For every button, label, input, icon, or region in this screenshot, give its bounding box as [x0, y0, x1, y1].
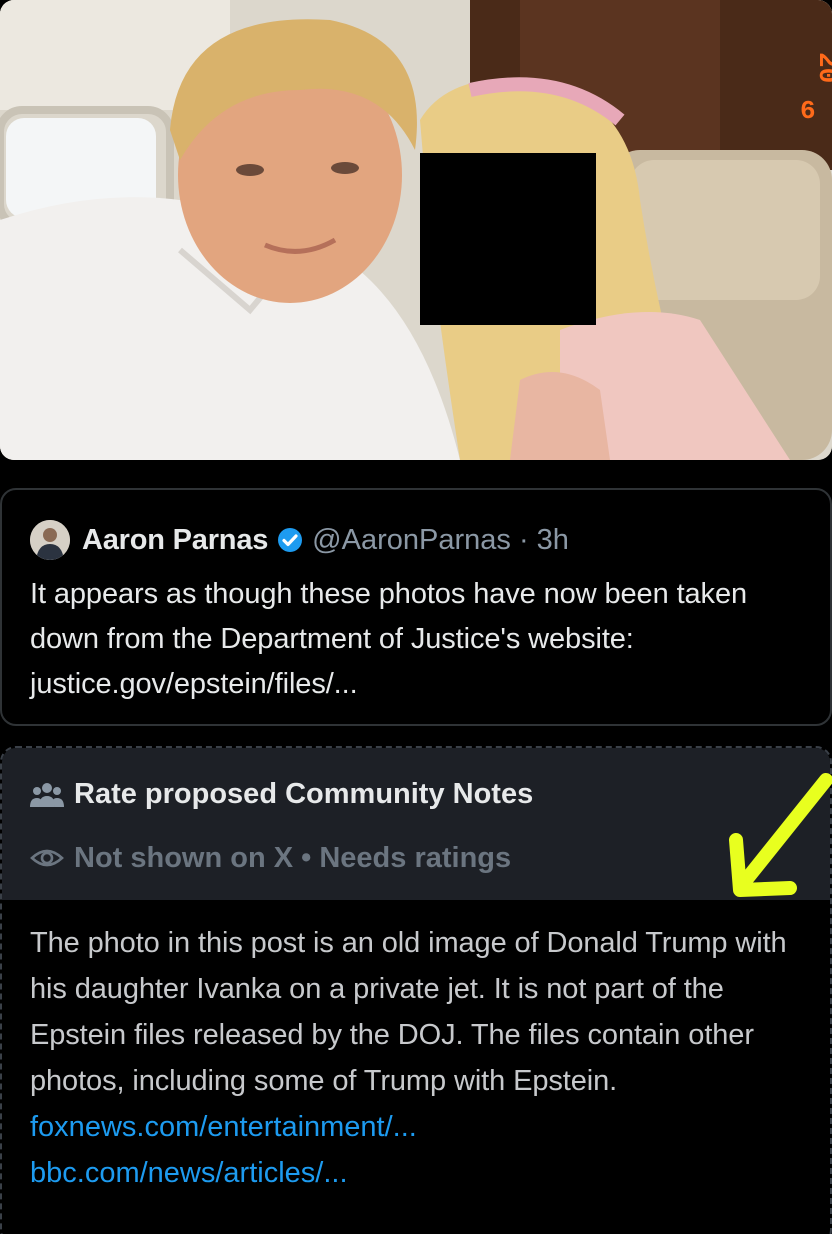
community-note-body: The photo in this post is an old image o… — [2, 900, 830, 1196]
community-notes-title-row: Rate proposed Community Notes — [30, 776, 804, 812]
community-notes-header[interactable]: Rate proposed Community Notes Not shown … — [2, 748, 830, 900]
verified-badge-icon — [276, 526, 304, 554]
note-source-link[interactable]: foxnews.com/entertainment/... — [30, 1104, 804, 1150]
note-source-link[interactable]: bbc.com/news/articles/... — [30, 1150, 804, 1196]
people-icon — [30, 781, 64, 807]
photo-date-stamp: 20 — [812, 52, 832, 83]
author-avatar[interactable] — [30, 520, 70, 560]
community-note-text: The photo in this post is an old image o… — [30, 927, 787, 1097]
quoted-tweet[interactable]: Aaron Parnas @AaronParnas · 3h It appear… — [0, 488, 832, 726]
community-notes-panel: Rate proposed Community Notes Not shown … — [0, 746, 832, 1234]
svg-text:6: 6 — [800, 96, 816, 126]
photo-illustration: 20 6 — [0, 0, 832, 460]
community-notes-status-row: Not shown on X • Needs ratings — [30, 840, 804, 876]
post-photo[interactable]: 20 6 — [0, 0, 832, 460]
censor-box — [420, 153, 596, 325]
author-handle-time: @AaronParnas · 3h — [312, 523, 569, 556]
community-notes-title: Rate proposed Community Notes — [74, 777, 534, 810]
community-notes-status: Not shown on X • Needs ratings — [74, 841, 512, 874]
quoted-tweet-header: Aaron Parnas @AaronParnas · 3h — [30, 518, 804, 562]
eye-icon — [30, 846, 64, 870]
quoted-tweet-text: It appears as though these photos have n… — [30, 578, 748, 700]
screenshot-page: 20 6 Aaron Parnas @AaronParnas · 3h It a… — [0, 0, 832, 1234]
arrow-icon — [729, 773, 832, 897]
author-name[interactable]: Aaron Parnas — [82, 524, 268, 557]
